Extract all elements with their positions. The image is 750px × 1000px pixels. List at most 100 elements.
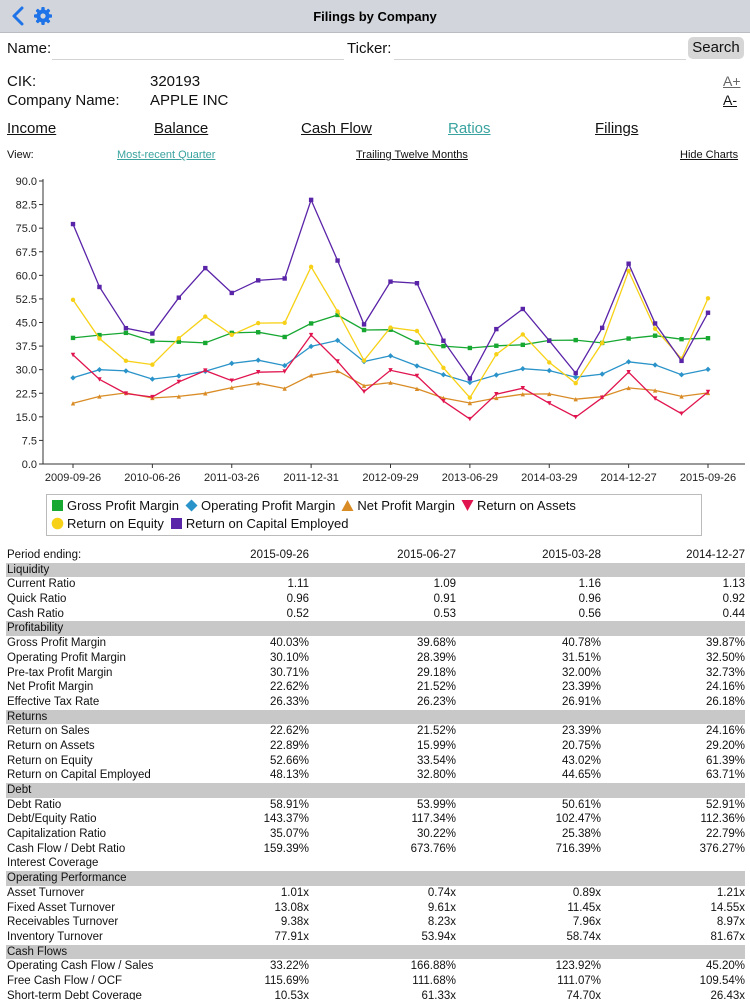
trailing-twelve-months-link[interactable]: Trailing Twelve Months [356,149,468,161]
table-row: Fixed Asset Turnover 13.08x 9.61x 11.45x 14.… [6,901,745,916]
table-row: Short-term Debt Coverage 10.53x 61.33x 74.7… [6,989,745,1000]
table-cell: 48.13% [269,769,309,782]
y-tick-label: 37.5 [16,341,37,353]
table-cell: 1.09 [433,578,456,591]
table-row: Asset Turnover 1.01x 0.74x 0.89x 1.21x [6,886,745,901]
table-cell: 7.96x [572,916,601,929]
ticker-label: Ticker: [347,40,392,57]
table-cell: 1.11 [287,578,309,591]
row-label: Return on Sales [7,725,90,738]
data-point [705,296,711,301]
table-cell: 33.54% [416,754,456,767]
table-cell: 0.91 [433,593,456,606]
data-point [256,320,261,326]
data-point [546,367,552,374]
row-label: Quick Ratio [7,593,67,606]
table-cell: 32.80% [416,769,456,782]
row-label: Pre-tax Profit Margin [7,666,113,679]
y-tick-label: 0.0 [22,459,37,471]
data-point [467,416,473,422]
period-header: 2014-12-27 [686,549,745,561]
data-point [573,414,578,420]
table-row: Interest Coverage [6,856,745,871]
x-tick-label: 2014-12-27 [600,472,656,484]
x-tick-label: 2009-09-26 [45,472,101,484]
table-cell: 0.52 [286,607,309,620]
series-line [72,198,709,380]
data-point [679,358,684,364]
legend-item: Return on Assets [461,497,576,515]
table-cell: 15.99% [416,739,456,752]
table-cell: 24.16% [705,681,745,694]
tab-balance[interactable]: Balance [154,120,208,137]
ratios-line-chart: 0.0 7.5 15.0 22.5 30.0 37.5 45.0 52.5 60.0 67.5 75… [16,176,745,484]
data-point [705,310,711,315]
row-label: Cash Flow / Debt Ratio [7,842,126,855]
section-label: Liquidity [7,563,50,576]
table-cell: 30.71% [269,666,309,679]
font-increase-button[interactable]: A+ [723,73,741,89]
chart-legend: Gross Profit Margin Operating Profit Marg… [46,494,702,536]
period-label: Period ending: [7,549,82,561]
most-recent-quarter-link[interactable]: Most-recent Quarter [117,149,215,161]
section-label: Debt [7,784,32,796]
data-point [652,321,658,326]
row-label: Fixed Asset Turnover [7,901,116,914]
search-button[interactable]: Search [688,37,744,59]
font-decrease-button[interactable]: A- [723,92,737,108]
table-section-header: Liquidity [6,562,745,578]
table-cell: 1.21x [716,886,745,899]
data-point [282,276,287,281]
table-cell: 22.79% [705,828,745,841]
tab-ratios[interactable]: Ratios [448,120,491,137]
data-point [573,370,578,376]
ticker-input[interactable] [394,37,686,60]
data-point [96,366,103,373]
data-point [123,368,129,374]
table-cell: 74.70x [566,989,601,1000]
tab-cash-flow[interactable]: Cash Flow [301,120,372,137]
tab-filings[interactable]: Filings [595,120,638,137]
legend-item: Operating Profit Margin [185,497,335,515]
table-cell: 115.69% [264,974,309,987]
data-point [414,280,420,286]
table-cell: 0.74x [427,886,456,899]
row-label: Asset Turnover [7,886,85,899]
data-point [414,328,420,334]
table-cell: 109.54% [699,974,745,987]
data-point [176,295,182,300]
data-point [256,330,261,335]
table-cell: 117.34% [411,813,456,826]
table-cell: 112.36% [700,813,745,826]
table-row: Receivables Turnover 9.38x 8.23x 7.96x 8.97x [6,915,745,930]
table-row: Quick Ratio 0.96 0.91 0.96 0.92 [6,592,745,607]
legend-item: Return on Capital Employed [170,515,348,533]
row-label: Return on Assets [7,739,95,752]
row-label: Inventory Turnover [7,930,103,943]
hide-charts-link[interactable]: Hide Charts [680,149,738,161]
table-row: Cash Flow / Debt Ratio 159.39% 673.76% 716.… [6,842,745,857]
data-point [150,362,155,367]
data-point [599,325,605,331]
row-label: Effective Tax Rate [7,695,100,708]
table-row: Operating Profit Margin 30.10% 28.39% 31.51… [6,651,745,666]
legend-label: Return on Equity [67,516,164,531]
table-row: Debt Ratio 58.91% 53.99% 50.61% 52.91% [6,798,745,813]
tab-income[interactable]: Income [7,120,56,137]
row-label: Current Ratio [7,578,76,591]
data-point [652,333,658,338]
statement-tabs: Income Balance Cash Flow Ratios Filings [0,120,750,140]
data-point [547,401,552,406]
row-label: Debt/Equity Ratio [7,813,97,826]
data-point [255,357,261,363]
table-cell: 21.52% [416,725,456,738]
name-input[interactable] [52,37,344,60]
table-cell: 81.67x [710,930,745,943]
table-cell: 159.39% [263,842,309,855]
x-tick-label: 2015-09-26 [680,472,736,484]
table-row: Cash Ratio 0.52 0.53 0.56 0.44 [6,607,745,622]
table-cell: 43.02% [561,754,601,767]
table-row: Net Profit Margin 22.62% 21.52% 23.39% 24.16… [6,680,745,695]
legend-marker-icon [170,518,182,529]
table-cell: 21.52% [416,681,456,694]
